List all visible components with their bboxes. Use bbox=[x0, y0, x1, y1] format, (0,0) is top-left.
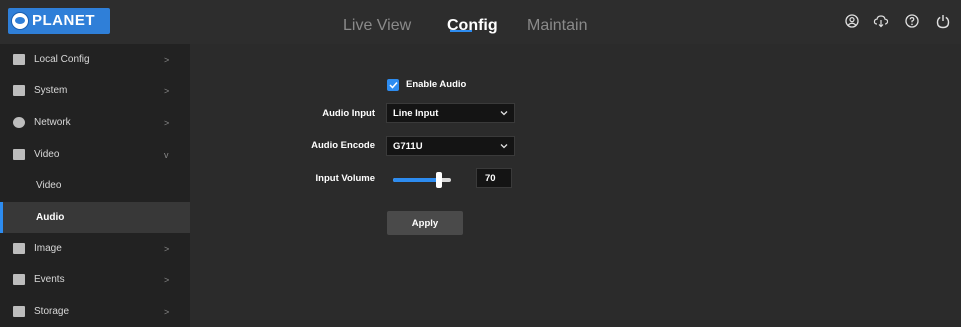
storage-icon bbox=[13, 306, 25, 317]
sidebar: Local Config > System > Network > Video … bbox=[0, 44, 226, 327]
brand-name: PLANET bbox=[32, 12, 95, 29]
sidebar-item-video[interactable]: Video v bbox=[0, 139, 190, 170]
chevron-down-icon bbox=[500, 144, 508, 149]
input-volume-label: Input Volume bbox=[315, 173, 375, 184]
sidebar-item-local-config[interactable]: Local Config > bbox=[0, 44, 190, 75]
top-bar: PLANET Live View Config Maintain bbox=[0, 0, 961, 44]
help-icon[interactable] bbox=[903, 12, 921, 30]
nav-maintain[interactable]: Maintain bbox=[527, 17, 587, 35]
sidebar-item-label: Video bbox=[36, 180, 62, 191]
chevron-right-icon: > bbox=[164, 275, 170, 285]
sidebar-item-label: Image bbox=[34, 243, 62, 254]
checkmark-icon bbox=[388, 81, 398, 89]
cloud-download-icon[interactable] bbox=[872, 12, 890, 30]
sidebar-item-label: Events bbox=[34, 274, 65, 285]
input-volume-slider[interactable] bbox=[393, 172, 451, 188]
chevron-down-icon: v bbox=[164, 150, 169, 160]
chevron-down-icon bbox=[500, 111, 508, 116]
globe-icon bbox=[11, 12, 29, 30]
sidebar-item-label: Storage bbox=[34, 306, 70, 317]
system-icon bbox=[13, 85, 25, 96]
audio-input-label: Audio Input bbox=[322, 108, 375, 119]
enable-audio-label: Enable Audio bbox=[406, 79, 467, 90]
network-icon bbox=[13, 117, 25, 128]
chevron-right-icon: > bbox=[164, 307, 170, 317]
sidebar-item-label: Network bbox=[34, 117, 71, 128]
nav-active-underline bbox=[450, 30, 472, 32]
audio-input-select[interactable]: Line Input bbox=[386, 103, 515, 123]
apply-button[interactable]: Apply bbox=[387, 211, 463, 235]
input-volume-fill bbox=[393, 178, 439, 182]
input-volume-value: 70 bbox=[485, 172, 496, 184]
nav-config[interactable]: Config bbox=[447, 17, 498, 35]
sidebar-item-label: Video bbox=[34, 149, 60, 160]
audio-encode-select[interactable]: G711U bbox=[386, 136, 515, 156]
chevron-right-icon: > bbox=[164, 55, 170, 65]
sidebar-item-label: Local Config bbox=[34, 54, 90, 65]
audio-input-value: Line Input bbox=[393, 107, 439, 119]
power-icon[interactable] bbox=[934, 12, 952, 30]
sidebar-item-events[interactable]: Events > bbox=[0, 264, 190, 295]
input-volume-field[interactable]: 70 bbox=[476, 168, 512, 188]
enable-audio-checkbox[interactable] bbox=[387, 79, 399, 91]
image-icon bbox=[13, 243, 25, 254]
monitor-icon bbox=[13, 54, 25, 65]
sidebar-item-image[interactable]: Image > bbox=[0, 233, 190, 264]
chevron-right-icon: > bbox=[164, 244, 170, 254]
sidebar-item-system[interactable]: System > bbox=[0, 75, 190, 106]
sidebar-item-label: System bbox=[34, 85, 68, 96]
planet-logo[interactable]: PLANET bbox=[8, 8, 110, 34]
video-icon bbox=[13, 149, 25, 160]
audio-config-panel: Enable Audio Audio Input Line Input Audi… bbox=[190, 44, 961, 327]
audio-encode-value: G711U bbox=[393, 140, 423, 152]
input-volume-handle[interactable] bbox=[436, 172, 442, 188]
events-icon bbox=[13, 274, 25, 285]
sidebar-item-network[interactable]: Network > bbox=[0, 107, 190, 138]
chevron-right-icon: > bbox=[164, 86, 170, 96]
sidebar-item-label: Audio bbox=[36, 212, 65, 223]
sidebar-item-storage[interactable]: Storage > bbox=[0, 296, 190, 327]
nav-live-view[interactable]: Live View bbox=[343, 17, 411, 35]
audio-encode-label: Audio Encode bbox=[311, 140, 375, 151]
user-icon[interactable] bbox=[843, 12, 861, 30]
chevron-right-icon: > bbox=[164, 118, 170, 128]
